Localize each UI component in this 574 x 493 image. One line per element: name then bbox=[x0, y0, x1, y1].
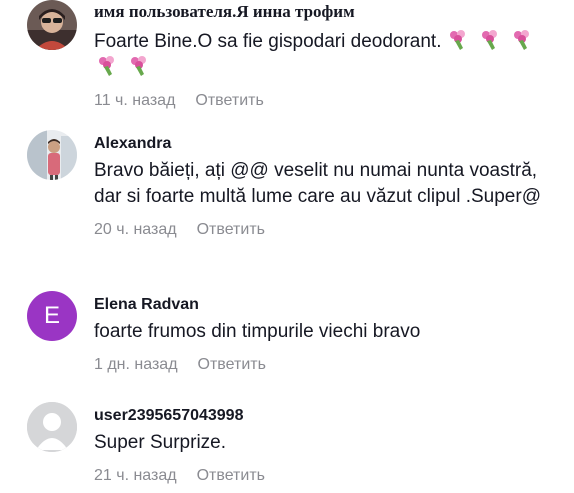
comment-body: Alexandra Bravo băieți, ați @@ veselit n… bbox=[94, 134, 554, 240]
bouquet-icon bbox=[447, 29, 469, 51]
bouquet-icon bbox=[511, 29, 533, 51]
comment-list: имя пользователя.Я инна трофим Foarte Bi… bbox=[0, 0, 574, 493]
comment-text-content: Foarte Bine.O sa fie gispodari deodorant… bbox=[94, 31, 442, 52]
comment-username[interactable]: Alexandra bbox=[94, 134, 554, 154]
comment-body: user2395657043998 Super Surprize. 21 ч. … bbox=[94, 406, 554, 486]
comment-meta: 21 ч. назад Ответить bbox=[94, 466, 554, 486]
comment-time: 1 дн. назад bbox=[94, 356, 178, 373]
comment-username[interactable]: user2395657043998 bbox=[94, 406, 554, 426]
reply-button[interactable]: Ответить bbox=[195, 91, 263, 111]
comment-text: Super Surprize. bbox=[94, 432, 227, 453]
comment-meta: 11 ч. назад Ответить bbox=[94, 91, 554, 111]
avatar[interactable] bbox=[27, 0, 77, 50]
avatar[interactable] bbox=[27, 402, 77, 452]
avatar[interactable] bbox=[27, 130, 77, 180]
comment-time: 11 ч. назад bbox=[94, 92, 176, 109]
comment-text: Bravo băieți, ați @@ veselit nu numai nu… bbox=[94, 160, 541, 207]
bouquet-icon bbox=[479, 29, 501, 51]
comment-username[interactable]: имя пользователя.Я инна трофим bbox=[94, 2, 554, 22]
comment-username[interactable]: Elena Radvan bbox=[94, 295, 554, 315]
comment-meta: 1 дн. назад Ответить bbox=[94, 355, 554, 375]
emoji-row bbox=[86, 55, 554, 81]
comment-text: foarte frumos din timpurile viechi bravo bbox=[94, 321, 421, 342]
comment-text: Foarte Bine.O sa fie gispodari deodorant… bbox=[94, 29, 554, 81]
comment-time: 21 ч. назад bbox=[94, 467, 177, 484]
bouquet-icon bbox=[96, 55, 118, 77]
bouquet-icon bbox=[128, 55, 150, 77]
comment-body: имя пользователя.Я инна трофим Foarte Bi… bbox=[94, 2, 554, 111]
reply-button[interactable]: Ответить bbox=[197, 466, 265, 486]
default-avatar-icon bbox=[27, 402, 77, 452]
comment-time: 20 ч. назад bbox=[94, 221, 177, 238]
comment-meta: 20 ч. назад Ответить bbox=[94, 220, 554, 240]
reply-button[interactable]: Ответить bbox=[198, 355, 266, 375]
comment-body: Elena Radvan foarte frumos din timpurile… bbox=[94, 295, 554, 375]
avatar[interactable]: E bbox=[27, 291, 77, 341]
reply-button[interactable]: Ответить bbox=[197, 220, 265, 240]
